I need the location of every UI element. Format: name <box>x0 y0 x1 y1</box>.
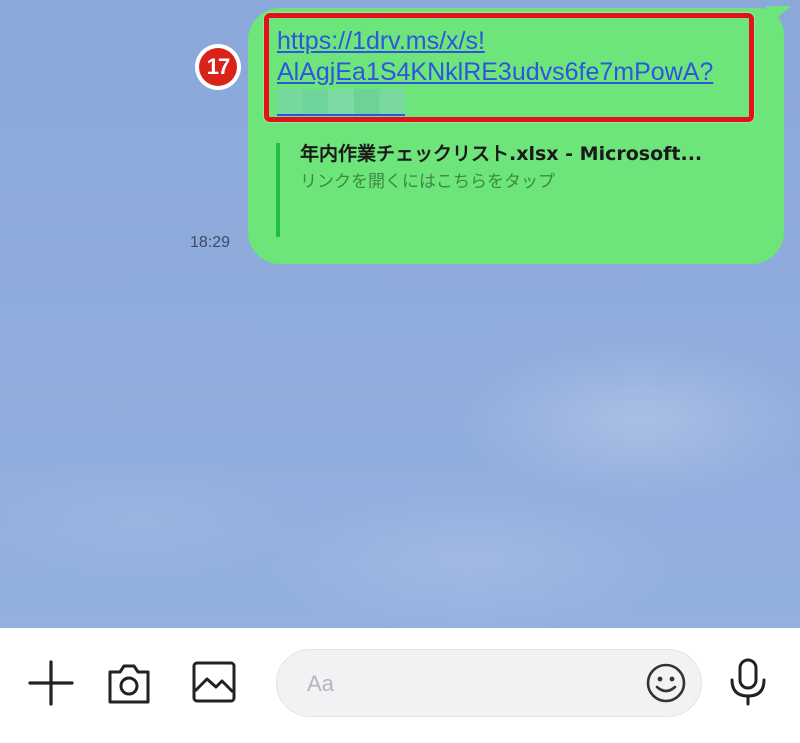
message-input-field[interactable] <box>276 649 702 717</box>
emoji-icon[interactable] <box>645 662 687 704</box>
link-preview-bar <box>276 143 280 237</box>
chat-screen: https://1drv.ms/x/s! AlAgjEa1S4KNklRE3ud… <box>0 0 800 743</box>
camera-icon[interactable] <box>106 660 152 706</box>
highlight-frame <box>264 13 754 122</box>
step-number-badge: 17 <box>196 45 240 89</box>
image-icon[interactable] <box>191 659 237 705</box>
step-number: 17 <box>199 48 237 86</box>
microphone-icon[interactable] <box>728 658 768 706</box>
link-preview-subtitle[interactable]: リンクを開くにはこちらをタップ <box>300 170 750 194</box>
plus-icon[interactable] <box>28 660 74 706</box>
message-input[interactable] <box>305 664 639 704</box>
message-timestamp: 18:29 <box>190 234 231 251</box>
link-preview-title[interactable]: 年内作業チェックリスト.xlsx - Microsoft... <box>300 141 750 167</box>
